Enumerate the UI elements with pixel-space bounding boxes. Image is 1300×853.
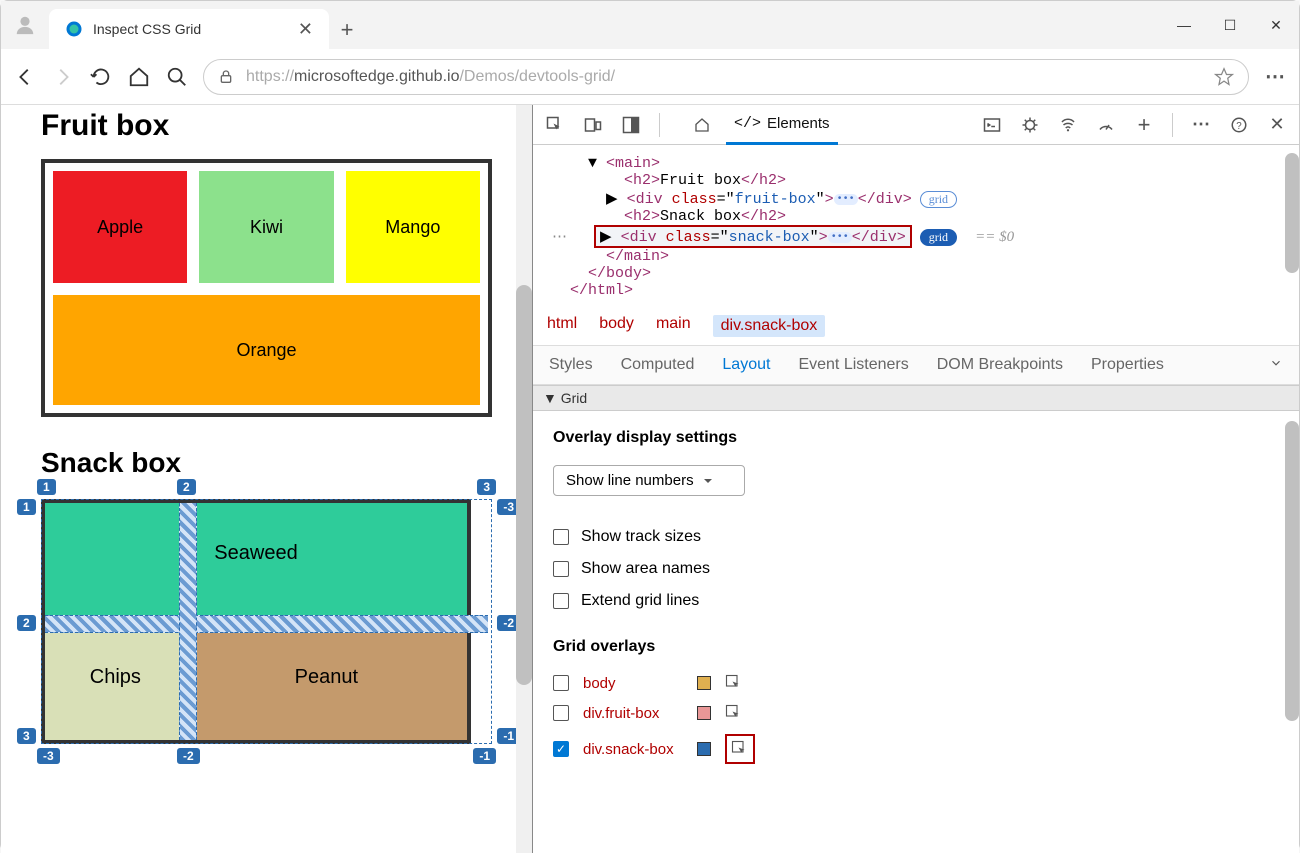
forward-button[interactable]	[51, 65, 75, 89]
color-swatch[interactable]	[697, 742, 711, 756]
menu-icon[interactable]: ⋯	[1263, 65, 1287, 89]
window-controls: — ☐ ✕	[1161, 1, 1299, 49]
panel-tab-properties[interactable]: Properties	[1091, 356, 1164, 374]
grid-label: -3	[37, 748, 60, 764]
panel-tab-layout[interactable]: Layout	[722, 356, 770, 374]
breadcrumb-item-selected[interactable]: div.snack-box	[713, 315, 826, 337]
overlay-snack-box[interactable]: ✓div.snack-box	[553, 734, 1279, 764]
grid-label: 1	[37, 479, 56, 495]
grid-overlays-heading: Grid overlays	[553, 638, 1279, 656]
page-scrollbar[interactable]	[516, 105, 532, 853]
devtools-toolbar: </>Elements + ⋯ ? ✕	[533, 105, 1299, 145]
profile-icon[interactable]	[1, 1, 49, 49]
network-icon[interactable]	[1058, 115, 1078, 135]
grid-badge-active[interactable]: grid	[920, 229, 957, 246]
title-bar: Inspect CSS Grid ✕ + — ☐ ✕	[1, 1, 1299, 49]
tab-title: Inspect CSS Grid	[93, 21, 288, 37]
help-icon[interactable]: ?	[1229, 115, 1249, 135]
more-tools-icon[interactable]: +	[1134, 115, 1154, 135]
svg-text:?: ?	[1236, 120, 1242, 131]
breadcrumb-item[interactable]: body	[599, 315, 634, 337]
inspect-icon[interactable]	[545, 115, 565, 135]
fruit-orange: Orange	[53, 295, 480, 405]
lock-icon	[218, 69, 234, 85]
close-devtools-icon[interactable]: ✕	[1267, 115, 1287, 135]
grid-label: 2	[17, 615, 36, 631]
fruit-mango: Mango	[346, 171, 480, 283]
refresh-button[interactable]	[89, 65, 113, 89]
breadcrumb-item[interactable]: html	[547, 315, 577, 337]
breadcrumb-item[interactable]: main	[656, 315, 691, 337]
fruit-box-grid: Apple Kiwi Mango Orange	[41, 159, 492, 417]
reveal-icon[interactable]	[725, 674, 743, 692]
show-track-sizes-checkbox[interactable]: Show track sizes	[553, 528, 1279, 546]
tab-close-icon[interactable]: ✕	[298, 19, 313, 40]
welcome-tab[interactable]	[686, 105, 718, 145]
grid-label: 1	[17, 499, 36, 515]
panel-more-icon[interactable]	[1269, 356, 1283, 374]
issues-icon[interactable]	[1020, 115, 1040, 135]
url-text: https://microsoftedge.github.io/Demos/de…	[246, 68, 615, 86]
reveal-icon-highlighted[interactable]	[725, 734, 755, 764]
search-icon[interactable]	[165, 65, 189, 89]
show-area-names-checkbox[interactable]: Show area names	[553, 560, 1279, 578]
panel-tab-dom-breakpoints[interactable]: DOM Breakpoints	[937, 356, 1063, 374]
grid-section-header[interactable]: ▼ Grid	[533, 385, 1299, 411]
browser-tab[interactable]: Inspect CSS Grid ✕	[49, 9, 329, 49]
reveal-icon[interactable]	[725, 704, 743, 722]
console-icon[interactable]	[982, 115, 1002, 135]
favorite-icon[interactable]	[1214, 67, 1234, 87]
grid-label: -2	[177, 748, 200, 764]
close-window-button[interactable]: ✕	[1253, 1, 1299, 49]
snack-heading: Snack box	[41, 447, 492, 479]
layout-scrollbar[interactable]	[1285, 411, 1299, 794]
dom-breadcrumb[interactable]: html body main div.snack-box	[533, 307, 1299, 345]
dom-tree[interactable]: ▼ <main> <h2>Fruit box</h2> ▶ <div class…	[533, 145, 1299, 307]
fruit-apple: Apple	[53, 171, 187, 283]
snack-box-wrapper: Seaweed Chips Peanut 1 2 3 1 2 3 -3 -2 -…	[41, 499, 492, 744]
grid-label: 3	[17, 728, 36, 744]
snack-peanut: Peanut	[186, 615, 467, 740]
maximize-button[interactable]: ☐	[1207, 1, 1253, 49]
page-content: Fruit box Apple Kiwi Mango Orange Snack …	[1, 105, 533, 853]
extend-grid-lines-checkbox[interactable]: Extend grid lines	[553, 592, 1279, 610]
minimize-button[interactable]: —	[1161, 1, 1207, 49]
edge-icon	[65, 20, 83, 38]
back-button[interactable]	[13, 65, 37, 89]
new-tab-button[interactable]: +	[329, 17, 365, 49]
chevron-down-icon	[702, 475, 714, 487]
grid-label: -1	[473, 748, 496, 764]
grid-badge[interactable]: grid	[920, 191, 957, 208]
panel-tab-styles[interactable]: Styles	[549, 356, 593, 374]
performance-icon[interactable]	[1096, 115, 1116, 135]
fruit-heading: Fruit box	[41, 109, 492, 143]
snack-box-grid: Seaweed Chips Peanut	[41, 499, 471, 744]
layout-panel: Overlay display settings Show line numbe…	[533, 411, 1299, 794]
overlay-body[interactable]: body	[553, 674, 1279, 692]
color-swatch[interactable]	[697, 706, 711, 720]
url-input[interactable]: https://microsoftedge.github.io/Demos/de…	[203, 59, 1249, 95]
overlay-settings-heading: Overlay display settings	[553, 429, 1279, 447]
dock-icon[interactable]	[621, 115, 641, 135]
overlay-fruit-box[interactable]: div.fruit-box	[553, 704, 1279, 722]
selected-dom-node[interactable]: ⋯ ▶ <div class="snack-box">•••</div>grid…	[543, 225, 1299, 248]
panel-tab-computed[interactable]: Computed	[621, 356, 695, 374]
line-numbers-dropdown[interactable]: Show line numbers	[553, 465, 745, 496]
elements-tab[interactable]: </>Elements	[726, 105, 838, 145]
grid-label: 2	[177, 479, 196, 495]
devtools-panel: </>Elements + ⋯ ? ✕ ▼ <main> <h2>Fruit b…	[533, 105, 1299, 853]
address-bar: https://microsoftedge.github.io/Demos/de…	[1, 49, 1299, 105]
fruit-kiwi: Kiwi	[199, 171, 333, 283]
dom-scrollbar[interactable]	[1285, 145, 1299, 307]
snack-chips: Chips	[45, 615, 186, 740]
sidebar-tabs: Styles Computed Layout Event Listeners D…	[533, 345, 1299, 385]
panel-tab-event-listeners[interactable]: Event Listeners	[798, 356, 908, 374]
settings-icon[interactable]: ⋯	[1191, 115, 1211, 135]
device-icon[interactable]	[583, 115, 603, 135]
snack-seaweed: Seaweed	[45, 503, 467, 615]
home-button[interactable]	[127, 65, 151, 89]
grid-label: 3	[477, 479, 496, 495]
color-swatch[interactable]	[697, 676, 711, 690]
